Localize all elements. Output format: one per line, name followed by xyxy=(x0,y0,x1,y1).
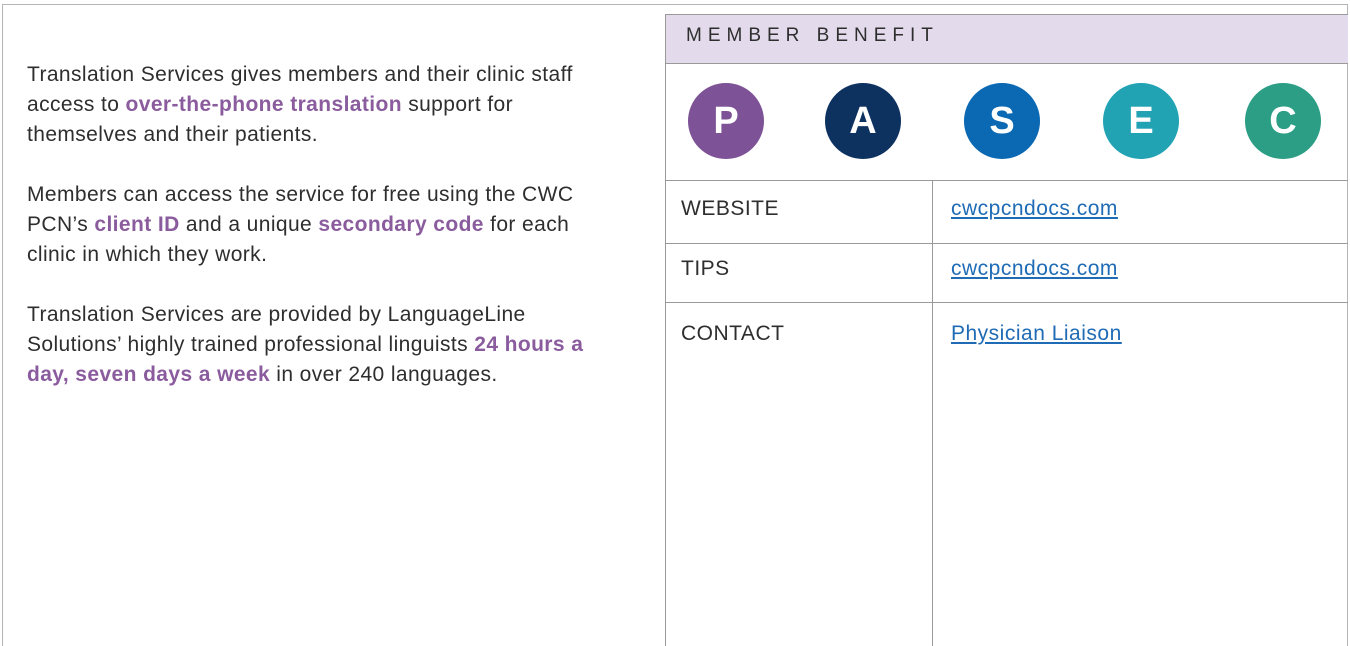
description-column: Translation Services gives members and t… xyxy=(27,60,607,420)
website-link[interactable]: cwcpcndocs.com xyxy=(951,197,1118,221)
page: Translation Services gives members and t… xyxy=(0,0,1350,646)
p-circle-icon: P xyxy=(688,83,764,159)
s-circle-icon: S xyxy=(964,83,1040,159)
pasec-icons-row: P A S E C xyxy=(666,63,1348,181)
info-table: WEBSITE cwcpcndocs.com TIPS cwcpcndocs.c… xyxy=(666,181,1348,646)
tips-link[interactable]: cwcpcndocs.com xyxy=(951,257,1118,281)
intro-paragraph-3: Translation Services are provided by Lan… xyxy=(27,300,607,390)
a-circle-icon: A xyxy=(825,83,901,159)
intro-paragraph-1: Translation Services gives members and t… xyxy=(27,60,607,150)
table-row-website: WEBSITE cwcpcndocs.com xyxy=(666,181,1348,244)
frame-top-border xyxy=(2,4,1348,5)
physician-liaison-link[interactable]: Physician Liaison xyxy=(951,322,1122,346)
paragraph-text: and a unique xyxy=(179,213,319,236)
highlight-over-the-phone: over-the-phone translation xyxy=(125,93,402,116)
member-benefit-panel: MEMBER BENEFIT P A S E C WEBSITE cwcpcnd… xyxy=(665,14,1348,646)
paragraph-text: in over 240 languages. xyxy=(270,363,498,386)
paragraph-text: Translation Services are provided by Lan… xyxy=(27,303,526,356)
e-circle-icon: E xyxy=(1103,83,1179,159)
panel-title: MEMBER BENEFIT xyxy=(686,25,939,46)
row-label: WEBSITE xyxy=(681,197,780,220)
row-label: CONTACT xyxy=(681,322,785,345)
intro-paragraph-2: Members can access the service for free … xyxy=(27,180,607,270)
frame-left-border xyxy=(2,4,3,646)
highlight-secondary-code: secondary code xyxy=(318,213,484,236)
table-row-tips: TIPS cwcpcndocs.com xyxy=(666,244,1348,303)
c-circle-icon: C xyxy=(1245,83,1321,159)
highlight-client-id: client ID xyxy=(94,213,180,236)
row-label: TIPS xyxy=(681,257,730,280)
panel-header: MEMBER BENEFIT xyxy=(666,14,1348,64)
table-row-contact: CONTACT Physician Liaison xyxy=(666,303,1348,365)
